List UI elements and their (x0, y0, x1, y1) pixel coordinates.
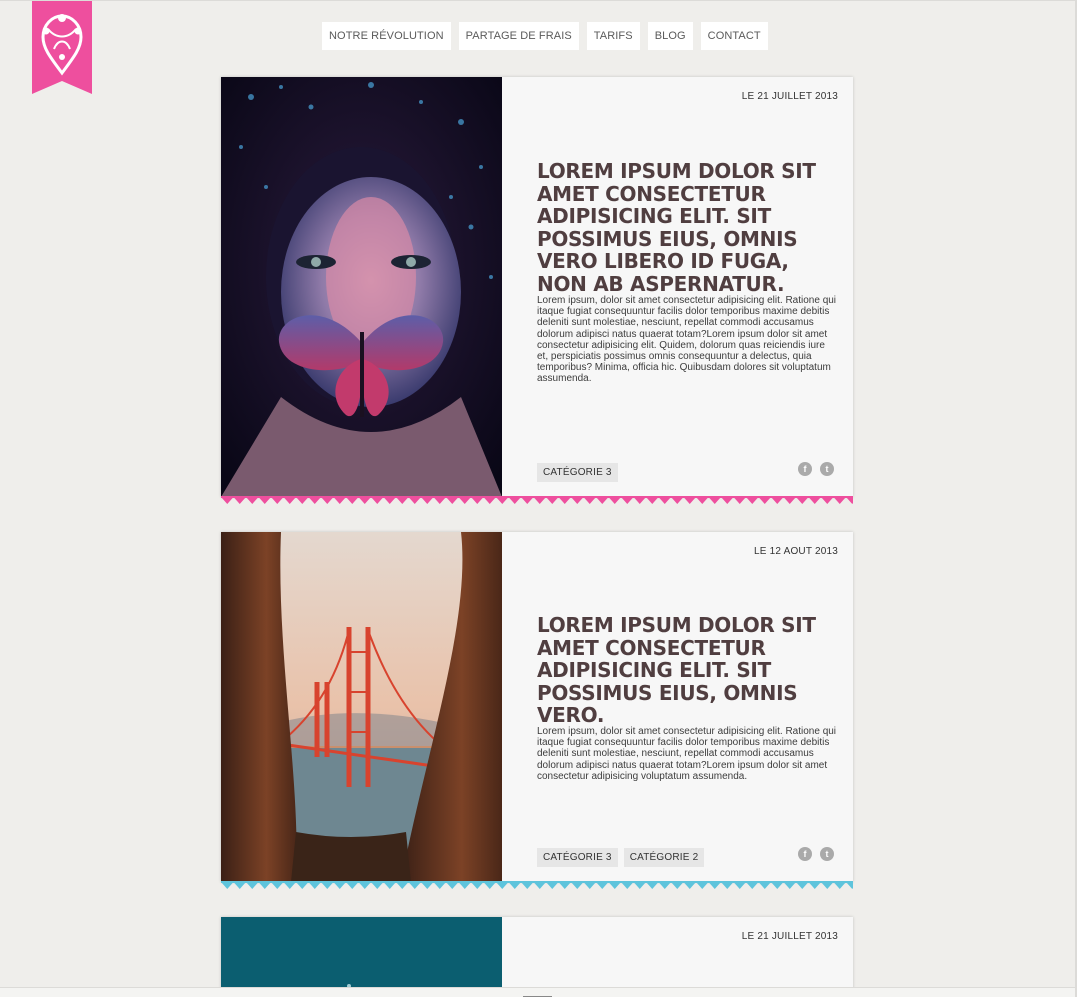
page: NOTRE RÉVOLUTION PARTAGE DE FRAIS TARIFS… (0, 0, 1077, 997)
tag-categorie-2[interactable]: CATÉGORIE 2 (623, 848, 705, 867)
brand-logo[interactable] (32, 1, 92, 94)
twitter-icon[interactable]: t (820, 847, 834, 861)
blog-post-card: LE 21 JUILLET 2013 LOREM IPSUM DOLOR SIT… (221, 77, 853, 504)
blog-post-card: LE 21 JUILLET 2013 (221, 917, 853, 992)
post-tags: CATÉGORIE 3 CATÉGORIE 2 (537, 848, 705, 867)
post-content: LE 12 AOUT 2013 LOREM IPSUM DOLOR SIT AM… (502, 532, 853, 882)
post-date: LE 21 JUILLET 2013 (741, 91, 838, 102)
post-excerpt: Lorem ipsum, dolor sit amet consectetur … (537, 295, 837, 385)
post-title[interactable]: LOREM IPSUM DOLOR SIT AMET CONSECTETUR A… (537, 614, 827, 727)
post-title[interactable]: LOREM IPSUM DOLOR SIT AMET CONSECTETUR A… (537, 160, 827, 295)
nav-contact[interactable]: CONTACT (700, 22, 768, 50)
post-date: LE 12 AOUT 2013 (754, 546, 838, 557)
facebook-icon[interactable]: f (798, 462, 812, 476)
social-share: f t (798, 462, 834, 476)
horizontal-scrollbar[interactable] (0, 987, 1075, 997)
twitter-icon[interactable]: t (820, 462, 834, 476)
blog-post-card: LE 12 AOUT 2013 LOREM IPSUM DOLOR SIT AM… (221, 532, 853, 889)
nav-notre-revolution[interactable]: NOTRE RÉVOLUTION (322, 22, 451, 50)
post-tags: CATÉGORIE 3 (537, 463, 618, 482)
post-content: LE 21 JUILLET 2013 (502, 917, 853, 992)
post-image-teal[interactable] (221, 917, 502, 992)
post-image-butterfly-face[interactable] (221, 77, 502, 497)
zigzag-border-teal (221, 881, 853, 889)
post-image-golden-gate[interactable] (221, 532, 502, 882)
social-share: f t (798, 847, 834, 861)
nav-blog[interactable]: BLOG (647, 22, 693, 50)
post-date: LE 21 JUILLET 2013 (741, 931, 838, 942)
main-nav: NOTRE RÉVOLUTION PARTAGE DE FRAIS TARIFS… (322, 22, 768, 50)
facebook-icon[interactable]: f (798, 847, 812, 861)
tag-categorie-3[interactable]: CATÉGORIE 3 (537, 848, 618, 867)
nav-tarifs[interactable]: TARIFS (586, 22, 640, 50)
post-excerpt: Lorem ipsum, dolor sit amet consectetur … (537, 726, 837, 782)
tag-categorie-3[interactable]: CATÉGORIE 3 (537, 463, 618, 482)
zigzag-border-pink (221, 496, 853, 504)
post-content: LE 21 JUILLET 2013 LOREM IPSUM DOLOR SIT… (502, 77, 853, 497)
nav-partage-de-frais[interactable]: PARTAGE DE FRAIS (458, 22, 579, 50)
